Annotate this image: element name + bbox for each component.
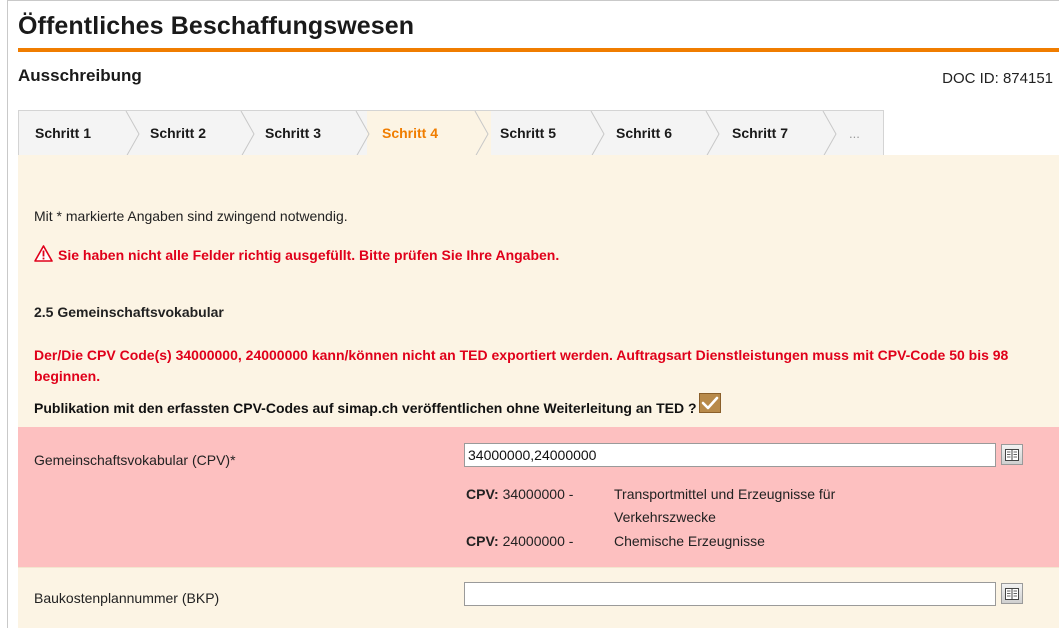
bkp-label: Baukostenplannummer (BKP) [34, 590, 220, 606]
section-title: 2.5 Gemeinschaftsvokabular [34, 304, 224, 320]
publish-checkbox[interactable] [698, 393, 721, 413]
page-title: Öffentliches Beschaffungswesen [18, 12, 415, 40]
book-icon [1005, 587, 1019, 600]
step-tabs: Schritt 1 Schritt 2 Schritt 3 Schritt 4 … [18, 110, 884, 157]
cpv-entry-1-description: Transportmittel und Erzeugnisse für [614, 486, 836, 502]
cpv-export-error: Der/Die CPV Code(s) 34000000, 24000000 k… [34, 347, 1009, 384]
tab-schritt-6[interactable]: Schritt 6 [616, 111, 672, 156]
tab-schritt-3[interactable]: Schritt 3 [265, 111, 321, 156]
tab-schritt-7[interactable]: Schritt 7 [732, 111, 788, 156]
cpv-entry-2-description: Chemische Erzeugnisse [614, 533, 765, 549]
tab-schritt-1[interactable]: Schritt 1 [35, 111, 91, 156]
publish-question: Publikation mit den erfassten CPV-Codes … [34, 400, 697, 416]
tab-schritt-2[interactable]: Schritt 2 [150, 111, 206, 156]
cpv-entry-code: 34000000 - [502, 486, 574, 502]
book-icon [1005, 448, 1019, 461]
publish-option: Publikation mit den erfassten CPV-Codes … [34, 393, 721, 416]
cpv-entry-1-description-cont: Verkehrszwecke [614, 509, 716, 525]
tab-schritt-5[interactable]: Schritt 5 [500, 111, 556, 156]
tab-schritt-4[interactable]: Schritt 4 [382, 111, 438, 156]
doc-id: DOC ID: 874151 [942, 70, 1053, 87]
row-divider [18, 567, 1059, 568]
required-note: Mit * markierte Angaben sind zwingend no… [34, 208, 348, 224]
error-summary: Sie haben nicht alle Felder richtig ausg… [34, 245, 559, 265]
checkmark-icon [701, 396, 718, 410]
cpv-entry-2: CPV: 24000000 - [466, 533, 573, 549]
cpv-label: Gemeinschaftsvokabular (CPV)* [34, 452, 236, 468]
tab-more[interactable]: ... [849, 111, 860, 156]
cpv-entry-1: CPV: 34000000 - [466, 486, 573, 502]
cpv-entry-prefix: CPV: [466, 486, 499, 502]
bkp-lookup-button[interactable] [1001, 583, 1023, 604]
cpv-lookup-button[interactable] [1001, 444, 1023, 465]
cpv-entry-prefix: CPV: [466, 533, 499, 549]
warning-triangle-icon [34, 245, 58, 265]
page-subtitle: Ausschreibung [18, 66, 142, 85]
title-divider [18, 48, 1059, 52]
cpv-entry-code: 24000000 - [502, 533, 574, 549]
cpv-input[interactable] [464, 443, 996, 467]
bkp-input[interactable] [464, 582, 996, 606]
error-summary-text: Sie haben nicht alle Felder richtig ausg… [58, 247, 560, 263]
